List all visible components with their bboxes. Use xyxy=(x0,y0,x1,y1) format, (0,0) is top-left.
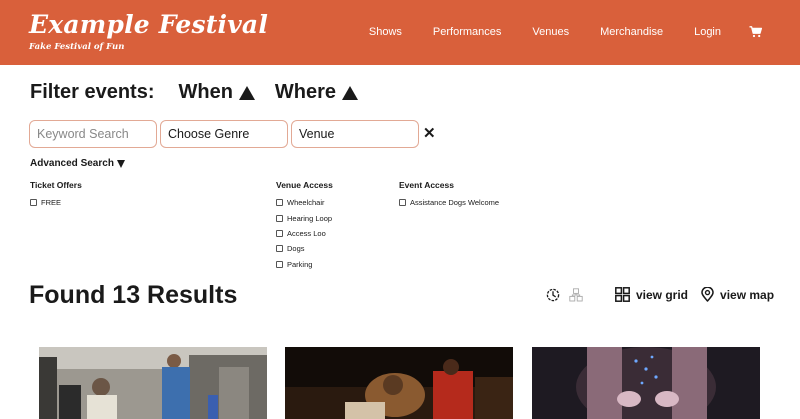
where-toggle[interactable]: Where xyxy=(274,81,359,104)
facet-option[interactable]: FREE xyxy=(30,195,82,210)
event-card-image[interactable] xyxy=(285,347,513,419)
checkbox-wheelchair[interactable] xyxy=(276,199,283,207)
advanced-search-label: Advanced Search xyxy=(30,158,114,169)
checkbox-hearing-loop[interactable] xyxy=(276,214,283,222)
facet-option[interactable]: Parking xyxy=(276,257,333,272)
facet-option[interactable]: Hearing Loop xyxy=(276,210,333,225)
view-map-button[interactable]: view map xyxy=(701,287,774,302)
when-toggle[interactable]: When xyxy=(178,81,255,104)
checkbox-assistance-dogs[interactable] xyxy=(399,199,406,207)
checkbox-parking[interactable] xyxy=(276,260,283,268)
site-tagline: Fake Festival of Fun xyxy=(29,42,125,52)
venue-select[interactable]: Venue xyxy=(291,120,419,148)
facet-title: Event Access xyxy=(399,180,454,190)
filter-row: Filter events: When Where xyxy=(30,81,359,104)
triangle-down-icon xyxy=(116,159,125,168)
results-tools: view grid view map xyxy=(546,287,774,302)
main-nav: Shows Performances Venues Merchandise Lo… xyxy=(338,25,762,39)
facet-venue-access: Venue Access Wheelchair Hearing Loop Acc… xyxy=(276,180,333,272)
map-pin-icon xyxy=(701,287,714,302)
site-title[interactable]: Example Festival xyxy=(29,10,268,40)
cart-icon[interactable] xyxy=(749,26,762,38)
clock-icon[interactable] xyxy=(546,288,560,302)
clear-filters-icon[interactable]: ✕ xyxy=(423,126,436,142)
nav-login[interactable]: Login xyxy=(694,25,721,39)
option-label: Assistance Dogs Welcome xyxy=(410,198,500,208)
facet-title: Ticket Offers xyxy=(30,180,82,190)
advanced-search-toggle[interactable]: Advanced Search xyxy=(30,158,125,169)
facet-option[interactable]: Dogs xyxy=(276,241,333,256)
brand[interactable]: Example Festival Fake Festival of Fun xyxy=(29,10,268,52)
facet-option[interactable]: Access Loo xyxy=(276,226,333,241)
facet-ticket-offers: Ticket Offers FREE xyxy=(30,180,82,210)
nav-merchandise[interactable]: Merchandise xyxy=(600,25,663,39)
view-map-label: view map xyxy=(720,287,775,302)
event-photo xyxy=(285,347,513,419)
facet-event-access: Event Access Assistance Dogs Welcome xyxy=(399,180,499,210)
option-label: Parking xyxy=(287,259,313,269)
site-header: Example Festival Fake Festival of Fun Sh… xyxy=(0,0,800,65)
triangle-up-icon xyxy=(342,85,359,100)
facet-option[interactable]: Wheelchair xyxy=(276,195,333,210)
view-grid-label: view grid xyxy=(636,287,689,302)
facet-option[interactable]: Assistance Dogs Welcome xyxy=(399,195,499,210)
option-label: Wheelchair xyxy=(287,198,325,208)
checkbox-free[interactable] xyxy=(30,199,37,207)
nav-shows[interactable]: Shows xyxy=(369,25,402,39)
option-label: Access Loo xyxy=(287,228,326,238)
when-label: When xyxy=(178,81,233,103)
option-label: Dogs xyxy=(287,244,305,254)
checkbox-access-loo[interactable] xyxy=(276,229,283,237)
triangle-up-icon xyxy=(238,85,255,100)
where-label: Where xyxy=(274,81,337,103)
option-label: FREE xyxy=(41,198,62,208)
grid-icon xyxy=(615,287,630,302)
results-count: Found 13 Results xyxy=(29,281,238,309)
keyword-search-input[interactable]: Keyword Search xyxy=(29,120,157,148)
view-grid-button[interactable]: view grid xyxy=(615,287,688,302)
event-card-image[interactable] xyxy=(39,347,267,419)
filter-heading: Filter events: xyxy=(30,81,155,103)
checkbox-dogs[interactable] xyxy=(276,245,283,253)
event-photo xyxy=(532,347,760,419)
facet-title: Venue Access xyxy=(276,180,333,190)
option-label: Hearing Loop xyxy=(287,213,333,223)
event-photo xyxy=(39,347,267,419)
nav-performances[interactable]: Performances xyxy=(433,25,501,39)
search-row: Keyword Search Choose Genre Venue ✕ xyxy=(29,120,436,148)
event-card-image[interactable] xyxy=(532,347,760,419)
sort-alpha-icon[interactable] xyxy=(569,287,583,302)
genre-select[interactable]: Choose Genre xyxy=(160,120,288,148)
nav-venues[interactable]: Venues xyxy=(532,25,569,39)
